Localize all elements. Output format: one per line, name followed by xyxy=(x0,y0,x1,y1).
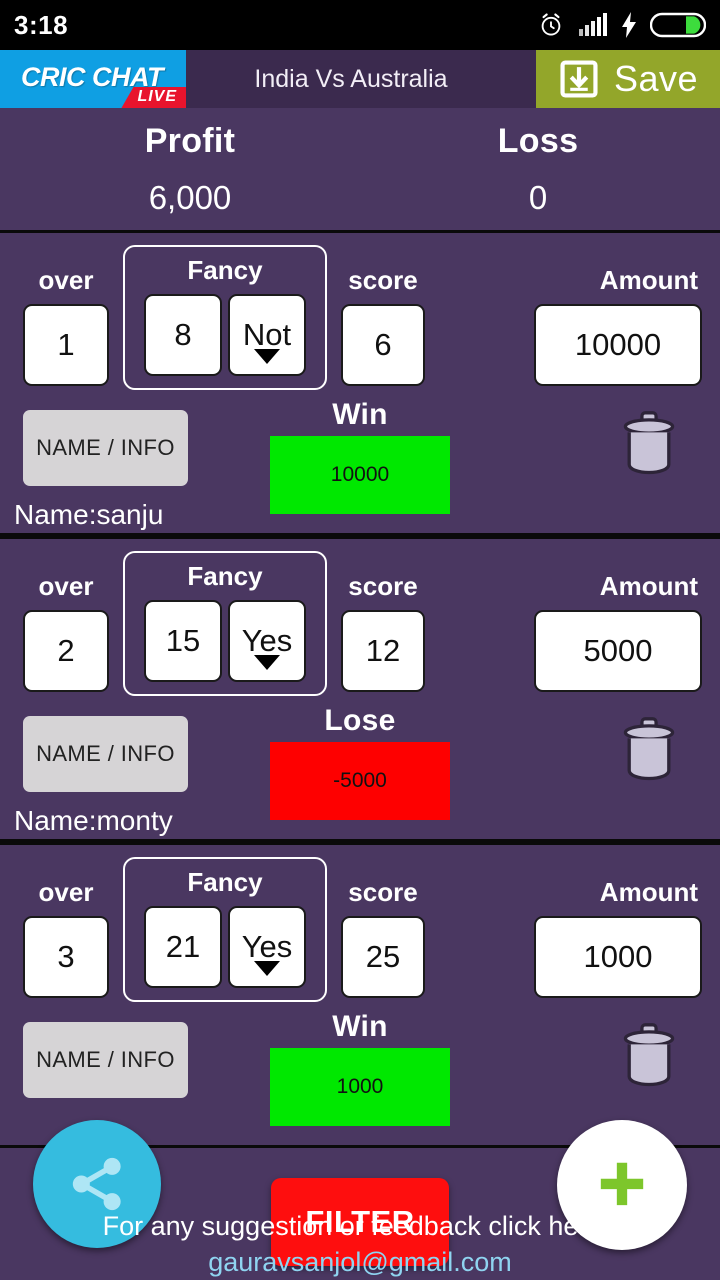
bet-result-row: NAME / INFO Lose -5000 Name:monty xyxy=(0,704,720,839)
app-logo: CRIC CHAT LIVE xyxy=(0,50,186,108)
fancy-label: Fancy xyxy=(187,867,263,897)
save-label: Save xyxy=(613,58,699,99)
bettor-name: Name:monty xyxy=(14,805,173,836)
fancy-inputs: 8 Not xyxy=(125,294,325,376)
footer-note: For any suggestion or feedback click her… xyxy=(0,1208,720,1280)
over-input[interactable]: 1 xyxy=(23,304,109,386)
status-bar: 3:18 xyxy=(0,0,720,50)
score-input[interactable]: 25 xyxy=(341,916,425,998)
fancy-choice-dropdown[interactable]: Yes xyxy=(228,906,306,988)
over-label: over xyxy=(38,571,94,601)
profit-label: Profit xyxy=(144,122,236,160)
battery-icon xyxy=(650,12,706,38)
amount-input[interactable]: 5000 xyxy=(534,610,702,692)
status-icon-group xyxy=(537,11,706,39)
delete-bet-button[interactable] xyxy=(620,716,678,787)
signal-icon xyxy=(579,13,607,36)
over-field: over 2 xyxy=(23,571,109,692)
app-header: CRIC CHAT LIVE India Vs Australia Save xyxy=(0,50,720,108)
name-info-button[interactable]: NAME / INFO xyxy=(23,716,188,792)
summary-bar: Profit 6,000 Loss 0 xyxy=(0,108,720,230)
score-input[interactable]: 6 xyxy=(341,304,425,386)
score-input[interactable]: 12 xyxy=(341,610,425,692)
bet-card-list: over 1 Fancy 8 Not score 6 Amount 10000 NAME / IN… xyxy=(0,230,720,1148)
result-value: 1000 xyxy=(270,1048,450,1126)
score-label: score xyxy=(348,265,418,295)
footer-email[interactable]: gauravsanjol@gmail.com xyxy=(0,1244,720,1280)
fancy-inputs: 21 Yes xyxy=(125,906,325,988)
over-field: over 3 xyxy=(23,877,109,998)
trash-icon[interactable] xyxy=(620,410,678,476)
status-time: 3:18 xyxy=(14,9,69,40)
bet-inputs-row: over 3 Fancy 21 Yes score 25 Amount 1000 xyxy=(0,845,720,1010)
result-label: Win xyxy=(332,398,388,431)
bet-card: over 3 Fancy 21 Yes score 25 Amount 1000 NAME / I… xyxy=(0,842,720,1148)
name-info-button[interactable]: NAME / INFO xyxy=(23,1022,188,1098)
save-button[interactable]: Save xyxy=(536,50,720,108)
score-label: score xyxy=(348,877,418,907)
fancy-runs-input[interactable]: 8 xyxy=(144,294,222,376)
plus-icon xyxy=(600,1162,644,1206)
delete-bet-button[interactable] xyxy=(620,410,678,481)
bet-card: over 2 Fancy 15 Yes score 12 Amount 5000 NAME / I… xyxy=(0,536,720,842)
fancy-runs-input[interactable]: 21 xyxy=(144,906,222,988)
name-info-button[interactable]: NAME / INFO xyxy=(23,410,188,486)
score-field: score 12 xyxy=(341,571,425,692)
footer-line-1: For any suggestion or feedback click her… xyxy=(102,1211,618,1241)
chevron-down-icon xyxy=(254,655,280,670)
trash-icon[interactable] xyxy=(620,716,678,782)
amount-label: Amount xyxy=(599,265,698,295)
chevron-down-icon xyxy=(254,349,280,364)
fancy-runs-input[interactable]: 15 xyxy=(144,600,222,682)
bet-card: over 1 Fancy 8 Not score 6 Amount 10000 NAME / IN… xyxy=(0,230,720,536)
amount-field: Amount 1000 xyxy=(534,877,702,998)
delete-bet-button[interactable] xyxy=(620,1022,678,1093)
loss-label: Loss xyxy=(497,122,579,160)
fancy-label: Fancy xyxy=(187,561,263,591)
save-icon xyxy=(560,60,598,98)
amount-label: Amount xyxy=(599,877,698,907)
fancy-group: Fancy 8 Not xyxy=(123,245,327,390)
fancy-label: Fancy xyxy=(187,255,263,285)
loss-value: 0 xyxy=(528,179,548,216)
score-field: score 6 xyxy=(341,265,425,386)
alarm-icon xyxy=(541,13,561,36)
fancy-inputs: 15 Yes xyxy=(125,600,325,682)
result-value: 10000 xyxy=(270,436,450,514)
charging-icon xyxy=(622,12,636,38)
result-label: Lose xyxy=(324,704,396,737)
over-label: over xyxy=(38,265,94,295)
result-block: Win 1000 xyxy=(270,1010,450,1126)
score-label: score xyxy=(348,571,418,601)
over-label: over xyxy=(38,877,94,907)
result-block: Win 10000 xyxy=(270,398,450,514)
score-field: score 25 xyxy=(341,877,425,998)
result-label: Win xyxy=(332,1010,388,1043)
over-input[interactable]: 2 xyxy=(23,610,109,692)
over-input[interactable]: 3 xyxy=(23,916,109,998)
bet-inputs-row: over 2 Fancy 15 Yes score 12 Amount 5000 xyxy=(0,539,720,704)
result-value: -5000 xyxy=(270,742,450,820)
over-field: over 1 xyxy=(23,265,109,386)
profit-block: Profit 6,000 xyxy=(60,108,320,217)
chevron-down-icon xyxy=(254,961,280,976)
fancy-choice-dropdown[interactable]: Not xyxy=(228,294,306,376)
profit-value: 6,000 xyxy=(148,179,232,216)
result-block: Lose -5000 xyxy=(270,704,450,820)
fancy-choice-dropdown[interactable]: Yes xyxy=(228,600,306,682)
amount-field: Amount 10000 xyxy=(534,265,702,386)
bet-result-row: NAME / INFO Win 10000 Name:sanju xyxy=(0,398,720,533)
app-root: 3:18 CRIC CHAT LIVE India Vs Australia S… xyxy=(0,0,720,1280)
fancy-group: Fancy 15 Yes xyxy=(123,551,327,696)
fancy-group: Fancy 21 Yes xyxy=(123,857,327,1002)
trash-icon[interactable] xyxy=(620,1022,678,1088)
amount-input[interactable]: 1000 xyxy=(534,916,702,998)
loss-block: Loss 0 xyxy=(408,108,668,217)
bettor-name: Name:sanju xyxy=(14,499,164,530)
bet-inputs-row: over 1 Fancy 8 Not score 6 Amount 10000 xyxy=(0,233,720,398)
page-title: India Vs Australia xyxy=(254,64,448,93)
amount-field: Amount 5000 xyxy=(534,571,702,692)
amount-label: Amount xyxy=(599,571,698,601)
amount-input[interactable]: 10000 xyxy=(534,304,702,386)
